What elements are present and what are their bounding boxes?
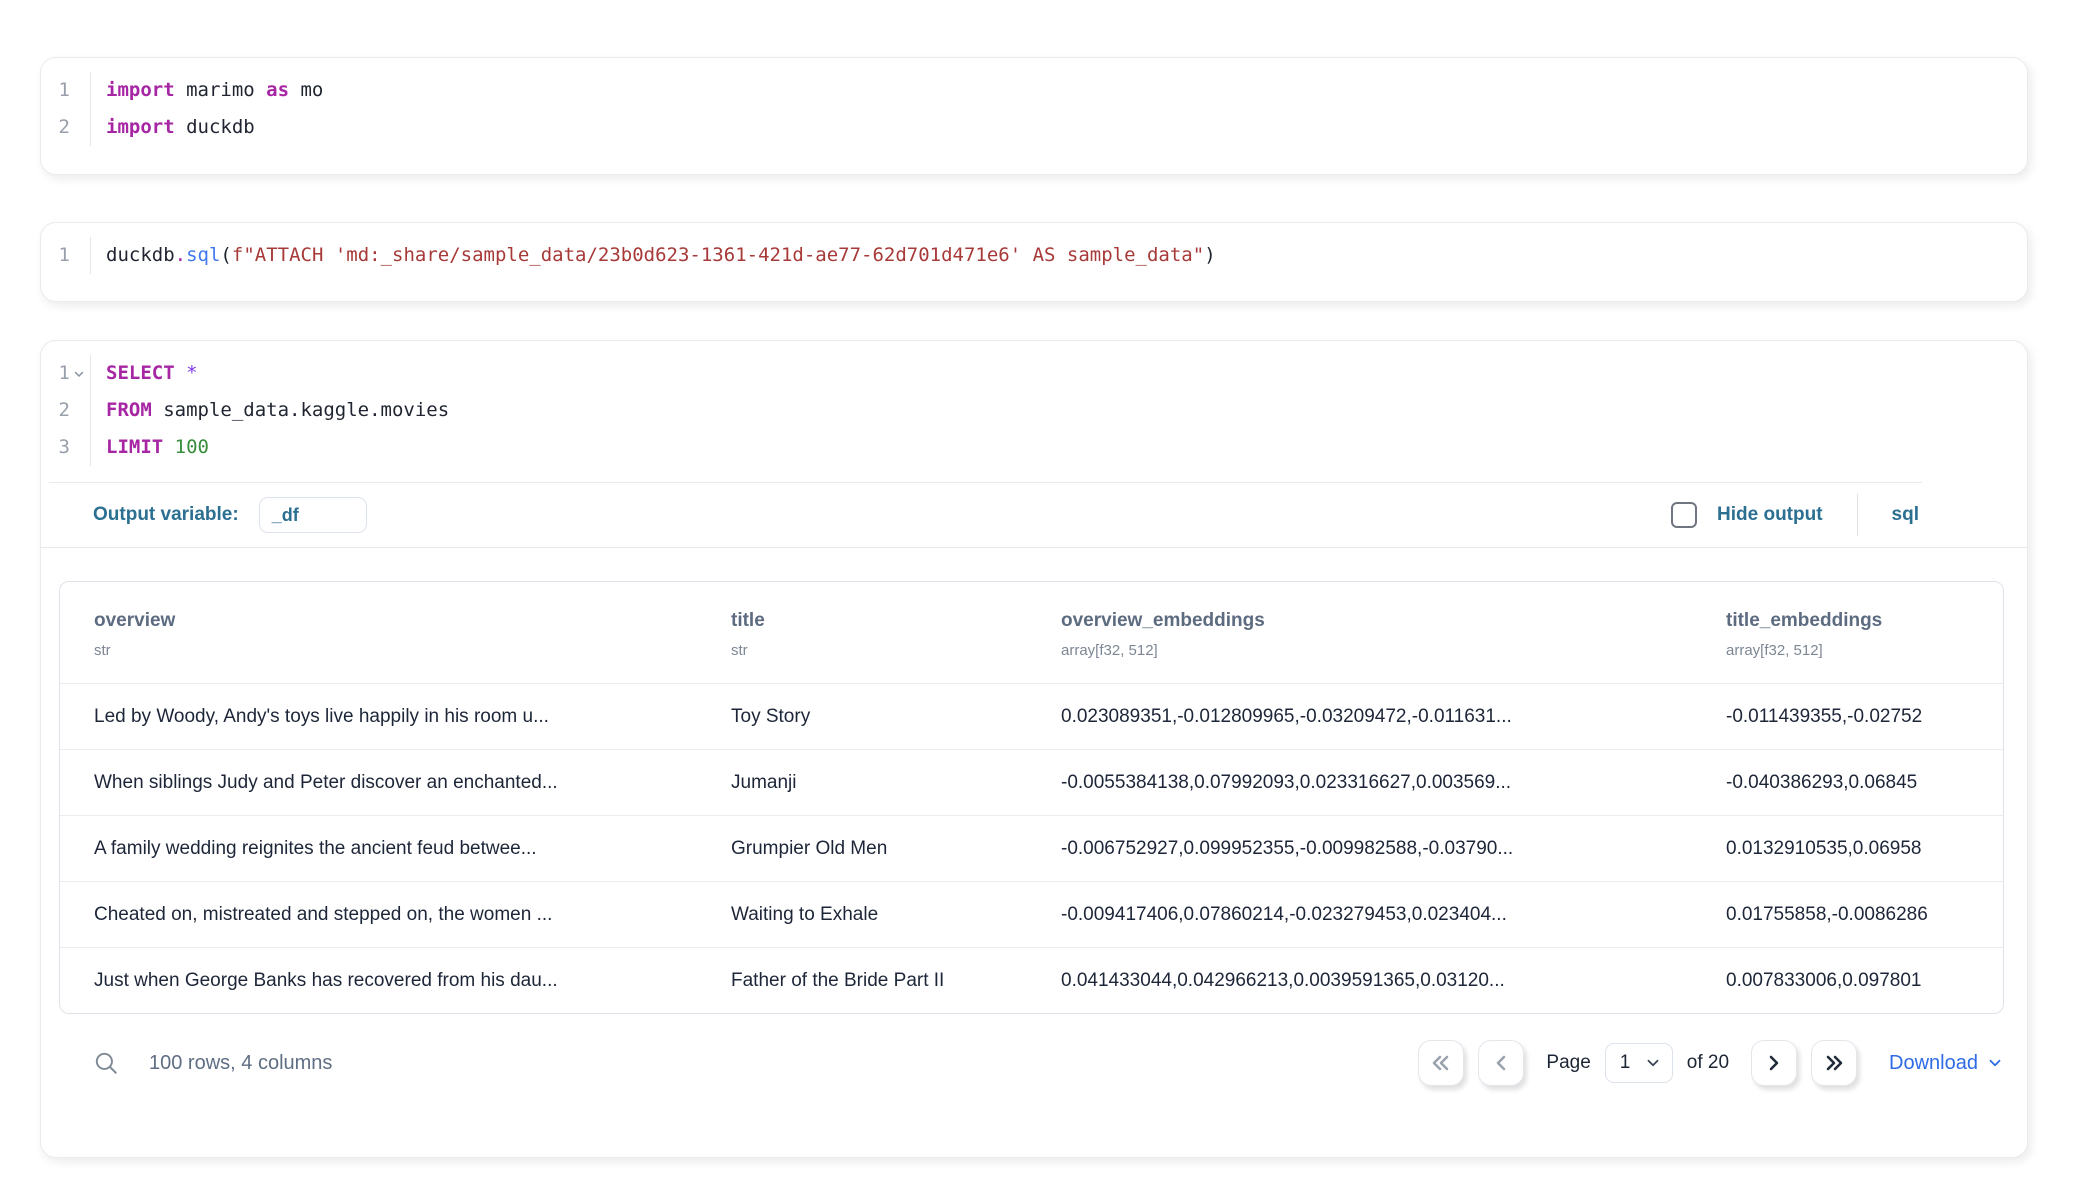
cell-title[interactable]: Jumanji	[715, 749, 1045, 815]
chevrons-left-icon	[1429, 1051, 1453, 1075]
fold-chevron-icon[interactable]	[70, 368, 88, 380]
hide-output-checkbox[interactable]	[1671, 502, 1697, 528]
line-number-gutter: 12	[41, 72, 91, 146]
code-editor[interactable]: 1 duckdb.sql(f"ATTACH 'md:_share/sample_d…	[41, 223, 2027, 274]
code-cell: 1 duckdb.sql(f"ATTACH 'md:_share/sample_d…	[40, 222, 2028, 302]
column-name: overview_embeddings	[1061, 610, 1694, 632]
cell-title[interactable]: Waiting to Exhale	[715, 881, 1045, 947]
download-button[interactable]: Download	[1889, 1052, 2004, 1075]
column-type: str	[94, 642, 699, 659]
output-variable-input[interactable]: _df	[259, 497, 367, 533]
code-cell: 12import marimo as moimport duckdb	[40, 57, 2028, 175]
column-name: title	[731, 610, 1029, 632]
table-row[interactable]: Just when George Banks has recovered fro…	[60, 947, 2003, 1013]
code-lines[interactable]: import marimo as moimport duckdb	[91, 72, 323, 146]
last-page-button[interactable]	[1811, 1040, 1857, 1086]
line-number: 1	[59, 355, 70, 392]
download-label: Download	[1889, 1052, 1978, 1075]
line-number: 1	[59, 237, 70, 274]
output-variable-value: _df	[272, 505, 299, 526]
column-header-title_embeddings[interactable]: title_embeddings array[f32, 512]	[1710, 582, 2003, 683]
page-label: Page	[1546, 1052, 1590, 1074]
table-footer: 100 rows, 4 columns Page 1 of 20 Downloa	[59, 1040, 2004, 1086]
table-body: Led by Woody, Andy's toys live happily i…	[60, 683, 2003, 1013]
cell-title[interactable]: Toy Story	[715, 683, 1045, 749]
column-type: str	[731, 642, 1029, 659]
cell-overview_embeddings[interactable]: -0.006752927,0.099952355,-0.009982588,-0…	[1045, 815, 1710, 881]
column-name: overview	[94, 610, 699, 632]
chevron-down-icon	[1986, 1054, 2004, 1072]
code-line[interactable]: import marimo as mo	[106, 72, 323, 109]
column-name: title_embeddings	[1726, 610, 1987, 632]
next-page-button[interactable]	[1751, 1040, 1797, 1086]
divider	[41, 547, 2027, 548]
code-editor[interactable]: 123SELECT *FROM sample_data.kaggle.movie…	[41, 341, 2027, 466]
cell-overview[interactable]: Led by Woody, Andy's toys live happily i…	[60, 683, 715, 749]
code-line[interactable]: LIMIT 100	[106, 429, 449, 466]
prev-page-button[interactable]	[1478, 1040, 1524, 1086]
output-table: overview str title str overview_embeddingsar…	[59, 581, 2004, 1014]
line-number: 1	[59, 72, 70, 109]
chevron-left-icon	[1489, 1051, 1513, 1075]
row-count-info: 100 rows, 4 columns	[149, 1052, 332, 1075]
code-lines[interactable]: duckdb.sql(f"ATTACH 'md:_share/sample_da…	[91, 237, 1216, 274]
column-header-overview[interactable]: overview str	[60, 582, 715, 683]
cell-overview_embeddings[interactable]: -0.0055384138,0.07992093,0.023316627,0.0…	[1045, 749, 1710, 815]
code-line[interactable]: FROM sample_data.kaggle.movies	[106, 392, 449, 429]
chevrons-right-icon	[1822, 1051, 1846, 1075]
code-line[interactable]: SELECT *	[106, 355, 449, 392]
table-row[interactable]: Cheated on, mistreated and stepped on, t…	[60, 881, 2003, 947]
output-variable-bar: Output variable: _df Hide output sql	[41, 483, 2027, 547]
cell-overview_embeddings[interactable]: 0.041433044,0.042966213,0.0039591365,0.0…	[1045, 947, 1710, 1013]
cell-title_embeddings[interactable]: 0.007833006,0.097801	[1710, 947, 2003, 1013]
line-number-gutter: 1	[41, 237, 91, 274]
search-icon[interactable]	[93, 1050, 119, 1076]
page-select[interactable]: 1	[1605, 1043, 1673, 1083]
table-row[interactable]: When siblings Judy and Peter discover an…	[60, 749, 2003, 815]
column-header-title[interactable]: title str	[715, 582, 1045, 683]
chevron-down-icon	[1644, 1054, 1662, 1072]
cell-title[interactable]: Grumpier Old Men	[715, 815, 1045, 881]
cell-title[interactable]: Father of the Bride Part II	[715, 947, 1045, 1013]
language-badge[interactable]: sql	[1892, 504, 1919, 526]
cell-title_embeddings[interactable]: -0.040386293,0.06845	[1710, 749, 2003, 815]
line-number: 2	[59, 392, 70, 429]
column-header-overview_embeddings[interactable]: overview_embeddings array[f32, 512]	[1045, 582, 1710, 683]
cell-overview_embeddings[interactable]: -0.009417406,0.07860214,-0.023279453,0.0…	[1045, 881, 1710, 947]
cell-overview_embeddings[interactable]: 0.023089351,-0.012809965,-0.03209472,-0.…	[1045, 683, 1710, 749]
code-lines[interactable]: SELECT *FROM sample_data.kaggle.moviesLI…	[91, 355, 449, 466]
column-type: array[f32, 512]	[1061, 642, 1694, 659]
cell-title_embeddings[interactable]: 0.0132910535,0.06958	[1710, 815, 2003, 881]
code-line[interactable]: duckdb.sql(f"ATTACH 'md:_share/sample_da…	[106, 237, 1216, 274]
table-row[interactable]: Led by Woody, Andy's toys live happily i…	[60, 683, 2003, 749]
table-row[interactable]: A family wedding reignites the ancient f…	[60, 815, 2003, 881]
code-editor[interactable]: 12import marimo as moimport duckdb	[41, 58, 2027, 146]
cell-overview[interactable]: Cheated on, mistreated and stepped on, t…	[60, 881, 715, 947]
page-select-value: 1	[1620, 1052, 1631, 1074]
hide-output-label[interactable]: Hide output	[1717, 504, 1823, 526]
cell-overview[interactable]: A family wedding reignites the ancient f…	[60, 815, 715, 881]
cell-overview[interactable]: Just when George Banks has recovered fro…	[60, 947, 715, 1013]
cell-title_embeddings[interactable]: -0.011439355,-0.02752	[1710, 683, 2003, 749]
first-page-button[interactable]	[1418, 1040, 1464, 1086]
output-variable-label: Output variable:	[93, 504, 239, 526]
line-number-gutter: 123	[41, 355, 91, 466]
page-total-label: of 20	[1687, 1052, 1729, 1074]
sql-cell: 123SELECT *FROM sample_data.kaggle.movie…	[40, 340, 2028, 1158]
chevron-right-icon	[1762, 1051, 1786, 1075]
output-area: overview str title str overview_embeddingsar…	[59, 581, 2004, 1014]
column-type: array[f32, 512]	[1726, 642, 1987, 659]
divider	[1857, 494, 1858, 536]
cell-title_embeddings[interactable]: 0.01755858,-0.0086286	[1710, 881, 2003, 947]
cell-overview[interactable]: When siblings Judy and Peter discover an…	[60, 749, 715, 815]
code-line[interactable]: import duckdb	[106, 109, 323, 146]
line-number: 3	[59, 429, 70, 466]
table-header-row: overview str title str overview_embeddingsar…	[60, 582, 2003, 683]
line-number: 2	[59, 109, 70, 146]
